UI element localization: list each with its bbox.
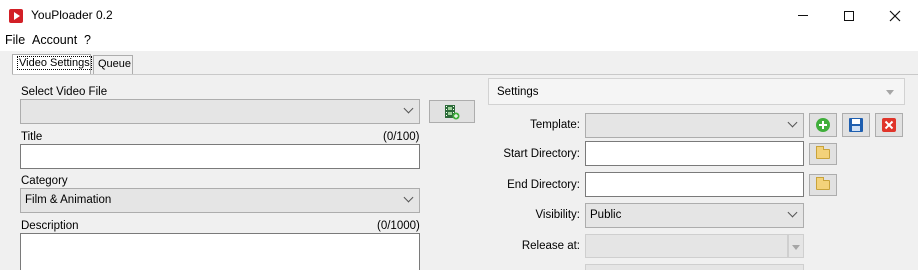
template-dropdown[interactable] (585, 113, 804, 138)
delete-icon (882, 118, 896, 132)
release-at-label: Release at: (521, 240, 580, 252)
menu-file[interactable]: File (5, 33, 25, 47)
visibility-value: Public (590, 209, 622, 221)
maximize-icon (844, 10, 854, 21)
save-template-button[interactable] (842, 113, 870, 137)
delete-template-button[interactable] (875, 113, 903, 137)
visibility-dropdown[interactable]: Public (585, 203, 804, 228)
menu-help[interactable]: ? (84, 33, 91, 47)
chevron-down-icon (792, 245, 800, 250)
template-label: Template: (530, 119, 580, 131)
visibility-label: Visibility: (535, 209, 580, 221)
minimize-button[interactable] (780, 0, 826, 31)
add-template-button[interactable] (809, 113, 837, 137)
chevron-down-icon (787, 208, 799, 220)
tab-video-settings-label: Video Settings (17, 56, 92, 70)
window-title: YouPloader 0.2 (31, 8, 113, 22)
next-setting-field[interactable] (585, 264, 804, 270)
tab-video-settings[interactable]: Video Settings (12, 54, 92, 74)
minimize-icon (798, 15, 808, 16)
menu-account[interactable]: Account (32, 33, 77, 47)
title-input[interactable] (20, 144, 420, 169)
title-char-count: (0/100) (383, 131, 420, 143)
title-label: Title (21, 131, 43, 143)
select-video-dropdown[interactable] (20, 99, 420, 124)
settings-section-header[interactable]: Settings (488, 78, 905, 105)
maximize-button[interactable] (826, 0, 872, 31)
description-char-count: (0/1000) (377, 220, 420, 232)
browse-start-directory-button[interactable] (809, 143, 837, 165)
folder-icon (816, 177, 830, 190)
menu-bar: File Account ? (0, 31, 918, 51)
chevron-down-icon (403, 104, 415, 116)
folder-icon (816, 146, 830, 159)
description-label: Description (21, 220, 79, 232)
category-dropdown[interactable]: Film & Animation (20, 188, 420, 213)
close-icon (889, 10, 901, 21)
browse-end-directory-button[interactable] (809, 174, 837, 196)
end-directory-label: End Directory: (507, 179, 580, 191)
add-icon (816, 118, 830, 132)
start-directory-input[interactable] (585, 141, 804, 166)
tab-queue[interactable]: Queue (93, 55, 133, 74)
release-at-dropdown-button[interactable] (788, 234, 804, 258)
close-button[interactable] (872, 0, 918, 31)
category-label: Category (21, 175, 68, 187)
app-logo-icon (9, 9, 23, 23)
title-bar: YouPloader 0.2 (0, 0, 918, 31)
start-directory-label: Start Directory: (503, 148, 580, 160)
chevron-down-icon (403, 193, 415, 205)
release-at-datetime[interactable] (585, 234, 788, 258)
collapse-arrow-icon (886, 90, 894, 95)
save-icon (849, 118, 863, 132)
chevron-down-icon (787, 118, 799, 130)
category-value: Film & Animation (25, 194, 112, 206)
select-video-label: Select Video File (21, 86, 108, 98)
description-textarea[interactable] (20, 233, 420, 270)
settings-header-label: Settings (497, 86, 539, 98)
film-icon (445, 104, 460, 119)
end-directory-input[interactable] (585, 172, 804, 197)
